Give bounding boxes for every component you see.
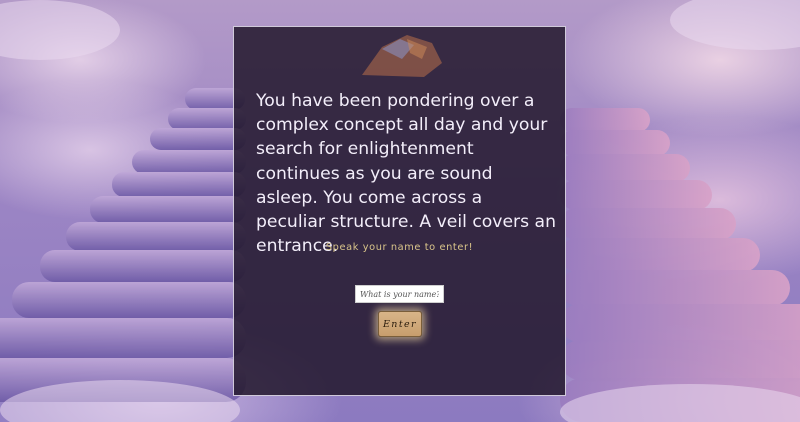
story-text: You have been pondering over a complex c… bbox=[256, 91, 556, 257]
name-input[interactable] bbox=[355, 285, 444, 303]
sleeping-figure-image bbox=[362, 35, 442, 77]
enter-prompt: Speak your name to enter! bbox=[325, 242, 474, 253]
intro-panel: You have been pondering over a complex c… bbox=[233, 26, 566, 396]
enter-button[interactable]: Enter bbox=[378, 311, 422, 337]
